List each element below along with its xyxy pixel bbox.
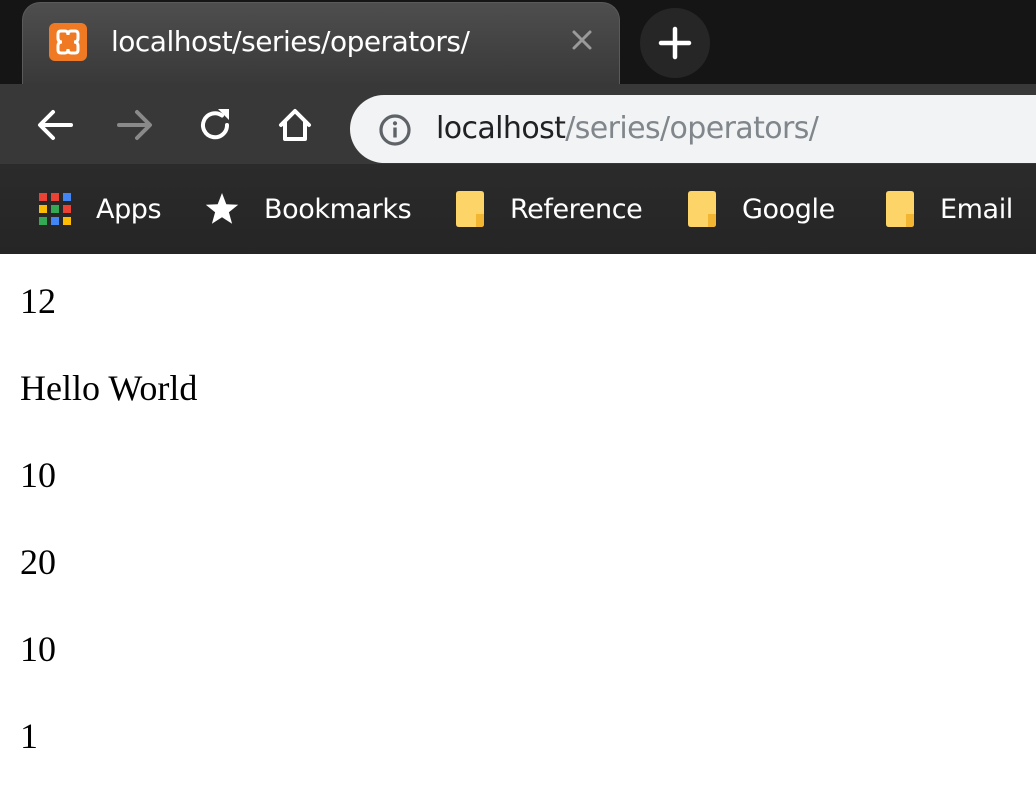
reload-icon bbox=[201, 109, 230, 140]
arrow-left-icon bbox=[38, 110, 73, 140]
forward-button[interactable] bbox=[112, 102, 158, 148]
tab-title: localhost/series/operators/ bbox=[111, 25, 470, 58]
home-icon bbox=[279, 109, 311, 141]
bookmark-label: Bookmarks bbox=[264, 193, 412, 225]
folder-icon bbox=[456, 191, 484, 227]
xampp-icon bbox=[49, 23, 87, 61]
browser-tab[interactable]: localhost/series/operators/ bbox=[22, 2, 620, 86]
bookmarks-bar: Apps Bookmarks Reference Google Email bbox=[0, 164, 1036, 254]
new-tab-button[interactable] bbox=[640, 8, 710, 78]
bookmark-bookmarks[interactable]: Bookmarks bbox=[204, 188, 412, 230]
folder-icon bbox=[886, 191, 914, 227]
bookmark-apps[interactable]: Apps bbox=[38, 188, 162, 230]
bookmark-label: Apps bbox=[96, 193, 162, 225]
output-line: 12 bbox=[20, 281, 56, 321]
bookmark-label: Reference bbox=[510, 193, 643, 225]
reload-button[interactable] bbox=[192, 102, 238, 148]
url-text[interactable]: localhost/series/operators/ bbox=[436, 111, 819, 146]
star-icon bbox=[205, 193, 239, 224]
bookmark-reference[interactable]: Reference bbox=[454, 188, 643, 230]
output-line: 10 bbox=[20, 455, 56, 495]
page-content: 12 Hello World 10 20 10 1 bbox=[0, 254, 1036, 807]
browser-toolbar: localhost/series/operators/ bbox=[0, 84, 1036, 164]
apps-grid-icon bbox=[39, 193, 71, 225]
address-bar[interactable]: localhost/series/operators/ bbox=[350, 95, 1036, 163]
output-line: Hello World bbox=[20, 368, 198, 408]
close-icon[interactable] bbox=[565, 23, 599, 57]
bookmark-email[interactable]: Email bbox=[884, 188, 1013, 230]
arrow-right-icon bbox=[117, 110, 152, 140]
plus-icon bbox=[658, 26, 692, 60]
info-icon[interactable] bbox=[378, 113, 412, 147]
url-host: localhost bbox=[436, 111, 566, 146]
output-line: 20 bbox=[20, 542, 56, 582]
home-button[interactable] bbox=[272, 102, 318, 148]
output-line: 1 bbox=[20, 716, 38, 756]
back-button[interactable] bbox=[32, 102, 78, 148]
bookmark-google[interactable]: Google bbox=[686, 188, 835, 230]
url-path: /series/operators/ bbox=[565, 111, 819, 146]
bookmark-label: Google bbox=[742, 193, 835, 225]
tab-strip: localhost/series/operators/ bbox=[0, 0, 1036, 86]
bookmark-label: Email bbox=[940, 193, 1013, 225]
folder-icon bbox=[688, 191, 716, 227]
output-line: 10 bbox=[20, 629, 56, 669]
